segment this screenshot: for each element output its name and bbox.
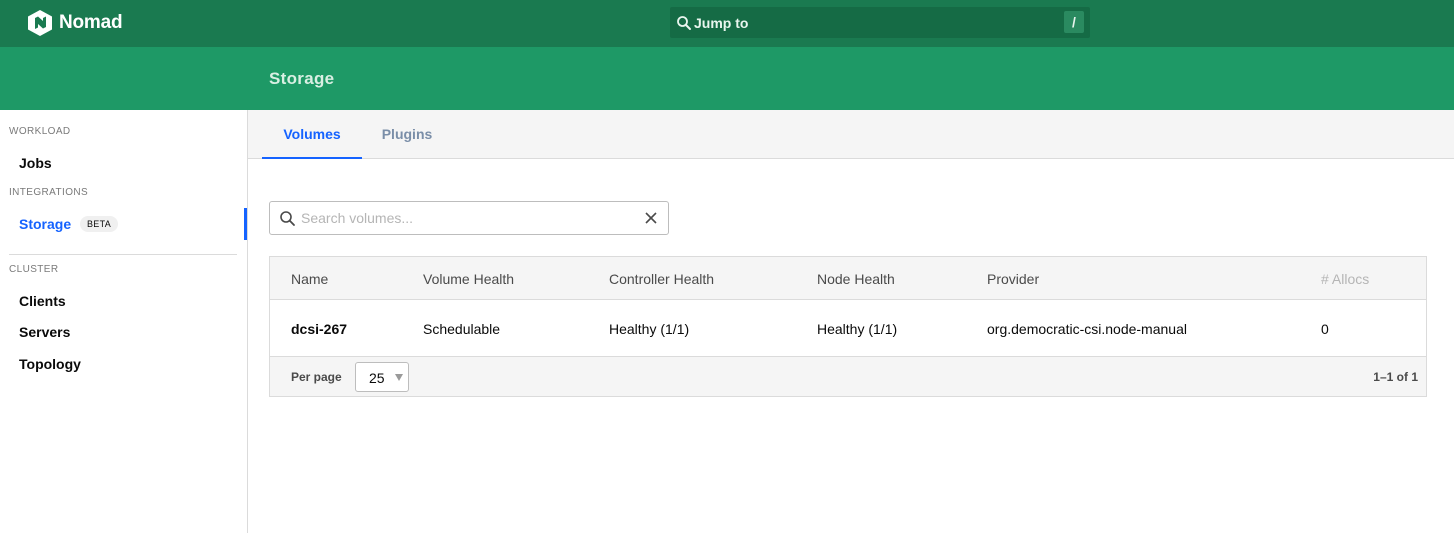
jump-to-shortcut-key: / bbox=[1064, 11, 1084, 33]
cell-volume-health: Schedulable bbox=[423, 321, 501, 337]
per-page-select[interactable]: 25 bbox=[355, 362, 409, 392]
sidebar-item-topology[interactable]: Topology bbox=[19, 356, 81, 372]
per-page-label: Per page bbox=[291, 370, 342, 384]
page-header: Storage bbox=[0, 47, 1454, 110]
search-input[interactable] bbox=[301, 207, 631, 229]
volume-search bbox=[269, 201, 669, 235]
nomad-logo-icon bbox=[28, 10, 52, 36]
caret-down-icon bbox=[395, 374, 403, 381]
per-page-value: 25 bbox=[369, 370, 385, 386]
jump-to-label: Jump to bbox=[694, 14, 749, 31]
jump-to-search[interactable]: Jump to / bbox=[670, 7, 1090, 38]
brand-home-link[interactable]: Nomad bbox=[28, 10, 123, 36]
sidebar-section-workload: WORKLOAD bbox=[9, 126, 71, 137]
cell-allocs: 0 bbox=[1321, 321, 1329, 337]
sidebar-item-servers[interactable]: Servers bbox=[19, 324, 70, 340]
close-icon[interactable] bbox=[644, 211, 658, 225]
sidebar-section-cluster: CLUSTER bbox=[9, 264, 59, 275]
column-header-node-health[interactable]: Node Health bbox=[817, 271, 895, 287]
search-icon bbox=[280, 211, 295, 226]
tab-volumes[interactable]: Volumes bbox=[262, 110, 362, 159]
sidebar-divider bbox=[9, 254, 237, 255]
table-header: Name Volume Health Controller Health Nod… bbox=[270, 257, 1426, 300]
column-header-provider[interactable]: Provider bbox=[987, 271, 1039, 287]
cell-node-health: Healthy (1/1) bbox=[817, 321, 898, 337]
storage-tabs: Volumes Plugins bbox=[248, 110, 1454, 159]
page-title: Storage bbox=[269, 69, 335, 88]
sidebar-item-storage[interactable]: Storage bbox=[19, 216, 71, 232]
sidebar-item-clients[interactable]: Clients bbox=[19, 293, 66, 309]
cell-provider: org.democratic-csi.node-manual bbox=[987, 321, 1187, 337]
sidebar-item-jobs[interactable]: Jobs bbox=[19, 155, 52, 171]
column-header-controller-health[interactable]: Controller Health bbox=[609, 271, 714, 287]
column-header-allocs: # Allocs bbox=[1321, 271, 1370, 287]
sidebar-section-integrations: INTEGRATIONS bbox=[9, 187, 89, 198]
cell-volume-name[interactable]: dcsi-267 bbox=[291, 321, 347, 337]
column-header-volume-health[interactable]: Volume Health bbox=[423, 271, 514, 287]
table-footer: Per page 25 1–1 of 1 bbox=[270, 357, 1426, 396]
volumes-table: Name Volume Health Controller Health Nod… bbox=[269, 256, 1427, 397]
pagination-summary: 1–1 of 1 bbox=[1373, 370, 1418, 384]
beta-badge: BETA bbox=[80, 216, 119, 232]
sidebar: WORKLOAD Jobs INTEGRATIONS Storage BETA … bbox=[0, 110, 248, 533]
cell-controller-health: Healthy (1/1) bbox=[609, 321, 690, 337]
top-nav: Nomad Jump to / bbox=[0, 0, 1454, 47]
column-header-name[interactable]: Name bbox=[291, 271, 328, 287]
active-item-indicator bbox=[244, 208, 247, 240]
tab-plugins[interactable]: Plugins bbox=[368, 110, 446, 159]
search-icon bbox=[677, 15, 691, 30]
brand-name: Nomad bbox=[59, 12, 123, 33]
table-row[interactable]: dcsi-267 Schedulable Healthy (1/1) Healt… bbox=[270, 300, 1426, 357]
